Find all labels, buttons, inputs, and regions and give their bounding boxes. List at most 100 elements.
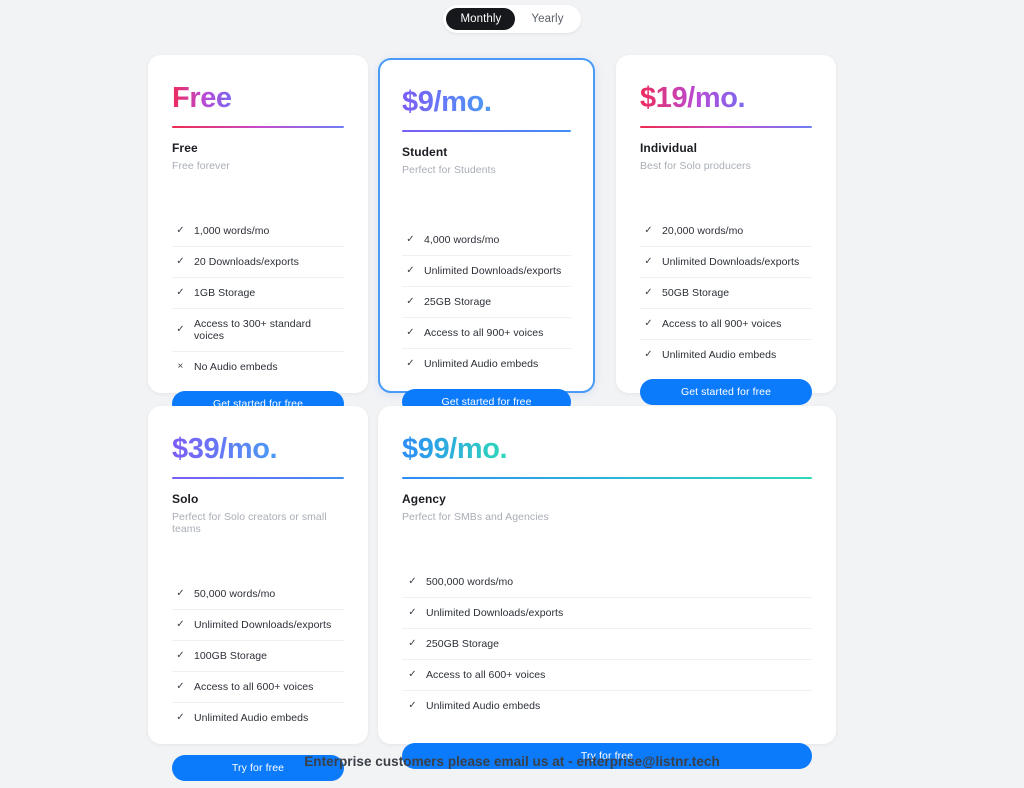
plan-name-agency: Agency <box>402 492 446 507</box>
feature-item: ✓ 50,000 words/mo <box>172 579 344 611</box>
billing-toggle-container: Monthly Yearly <box>0 5 1024 33</box>
feature-item: ✓ 100GB Storage <box>172 641 344 673</box>
feature-item: ✓ 50GB Storage <box>640 278 812 310</box>
pricing-card-solo[interactable]: $39/mo. Solo Perfect for Solo creators o… <box>148 406 368 782</box>
check-icon: ✓ <box>176 712 185 724</box>
feature-item: ✓ 25GB Storage <box>402 287 571 319</box>
billing-toggle[interactable]: Monthly Yearly <box>443 5 581 33</box>
feature-item: ✓ Access to all 900+ voices <box>402 318 571 350</box>
feature-label: Unlimited Audio embeds <box>426 700 541 713</box>
plan-description-student: Perfect for Students <box>402 164 496 177</box>
check-icon: ✓ <box>176 287 185 299</box>
check-icon: ✓ <box>406 327 415 339</box>
card-content-student: $9/mo. Student Perfect for Students ✓ 4,… <box>402 86 571 416</box>
enterprise-contact-note: Enterprise customers please email us at … <box>304 754 720 769</box>
feature-label: Unlimited Audio embeds <box>424 358 539 371</box>
card-content-agency: $99/mo. Agency Perfect for SMBs and Agen… <box>402 433 812 770</box>
feature-list-individual: ✓ 20,000 words/mo ✓ Unlimited Downloads/… <box>640 216 812 370</box>
feature-item: ✓ Unlimited Downloads/exports <box>640 247 812 279</box>
billing-toggle-monthly[interactable]: Monthly <box>446 8 516 30</box>
feature-item: ✓ Unlimited Audio embeds <box>172 703 344 733</box>
feature-item: ✓ Unlimited Audio embeds <box>640 340 812 370</box>
feature-list-agency: ✓ 500,000 words/mo ✓ Unlimited Downloads… <box>402 567 812 721</box>
feature-label: Unlimited Downloads/exports <box>426 607 564 620</box>
plan-price-agency: $99/mo. <box>402 433 508 465</box>
feature-label: No Audio embeds <box>194 361 278 374</box>
check-icon: ✓ <box>644 318 653 330</box>
feature-label: Access to all 900+ voices <box>424 327 544 340</box>
feature-label: 250GB Storage <box>426 638 500 651</box>
pricing-card-individual[interactable]: $19/mo. Individual Best for Solo produce… <box>616 55 836 406</box>
feature-label: Unlimited Downloads/exports <box>424 265 562 278</box>
cross-icon: × <box>177 361 184 373</box>
plan-description-free: Free forever <box>172 160 230 173</box>
plan-name-solo: Solo <box>172 492 199 507</box>
plan-divider-solo <box>172 477 344 480</box>
feature-item: ✓ Access to 300+ standard voices <box>172 309 344 353</box>
pricing-card-student[interactable]: $9/mo. Student Perfect for Students ✓ 4,… <box>378 58 595 416</box>
cta-button-individual[interactable]: Get started for free <box>640 379 812 406</box>
plan-name-individual: Individual <box>640 141 698 156</box>
check-icon: ✓ <box>176 225 185 237</box>
check-icon: ✓ <box>176 681 185 693</box>
feature-label: 1GB Storage <box>194 287 256 300</box>
plan-description-solo: Perfect for Solo creators or small teams <box>172 511 327 536</box>
check-icon: ✓ <box>176 650 185 662</box>
check-icon: ✓ <box>644 349 653 361</box>
feature-label: Unlimited Downloads/exports <box>194 619 332 632</box>
feature-label: 50GB Storage <box>662 287 730 300</box>
feature-item: ✓ 4,000 words/mo <box>402 225 571 257</box>
feature-label: Access to 300+ standard voices <box>194 318 312 343</box>
billing-toggle-yearly[interactable]: Yearly <box>517 8 577 30</box>
feature-label: 4,000 words/mo <box>424 234 500 247</box>
feature-label: 100GB Storage <box>194 650 268 663</box>
plan-description-individual: Best for Solo producers <box>640 160 751 173</box>
plan-divider-student <box>402 130 571 133</box>
feature-item: ✓ 500,000 words/mo <box>402 567 812 599</box>
plan-price-student: $9/mo. <box>402 86 492 118</box>
check-icon: ✓ <box>644 225 653 237</box>
check-icon: ✓ <box>406 358 415 370</box>
check-icon: ✓ <box>406 265 415 277</box>
feature-item: ✓ Unlimited Audio embeds <box>402 691 812 721</box>
feature-item: ✓ 250GB Storage <box>402 629 812 661</box>
feature-item: ✓ Unlimited Downloads/exports <box>172 610 344 642</box>
check-icon: ✓ <box>644 256 653 268</box>
feature-label: Unlimited Audio embeds <box>194 712 309 725</box>
feature-label: Access to all 900+ voices <box>662 318 782 331</box>
card-content-free: Free Free Free forever ✓ 1,000 words/mo … <box>172 82 344 418</box>
check-icon: ✓ <box>408 638 417 650</box>
feature-label: 25GB Storage <box>424 296 492 309</box>
feature-item: ✓ Unlimited Audio embeds <box>402 349 571 379</box>
check-icon: ✓ <box>408 700 417 712</box>
feature-label: 1,000 words/mo <box>194 225 270 238</box>
feature-label: Unlimited Downloads/exports <box>662 256 800 269</box>
feature-label: 20 Downloads/exports <box>194 256 299 269</box>
feature-item: ✓ Access to all 900+ voices <box>640 309 812 341</box>
pricing-card-agency[interactable]: $99/mo. Agency Perfect for SMBs and Agen… <box>378 406 836 770</box>
pricing-page: Monthly Yearly Free Free Free forever ✓ … <box>0 0 1024 788</box>
feature-item: ✓ 20 Downloads/exports <box>172 247 344 279</box>
feature-item: ✓ Unlimited Downloads/exports <box>402 598 812 630</box>
feature-label: Access to all 600+ voices <box>426 669 546 682</box>
plan-divider-individual <box>640 126 812 129</box>
check-icon: ✓ <box>176 324 185 336</box>
feature-label: 20,000 words/mo <box>662 225 744 238</box>
check-icon: ✓ <box>408 576 417 588</box>
feature-item: × No Audio embeds <box>172 352 344 382</box>
plan-name-student: Student <box>402 145 448 160</box>
check-icon: ✓ <box>408 669 417 681</box>
check-icon: ✓ <box>644 287 653 299</box>
feature-item: ✓ Access to all 600+ voices <box>402 660 812 692</box>
check-icon: ✓ <box>176 619 185 631</box>
check-icon: ✓ <box>406 234 415 246</box>
feature-item: ✓ 1GB Storage <box>172 278 344 310</box>
pricing-card-free[interactable]: Free Free Free forever ✓ 1,000 words/mo … <box>148 55 368 418</box>
feature-list-free: ✓ 1,000 words/mo ✓ 20 Downloads/exports … <box>172 216 344 382</box>
plan-price-solo: $39/mo. <box>172 433 278 465</box>
check-icon: ✓ <box>408 607 417 619</box>
plan-price-free: Free <box>172 82 232 114</box>
check-icon: ✓ <box>406 296 415 308</box>
feature-label: Access to all 600+ voices <box>194 681 314 694</box>
plan-divider-agency <box>402 477 812 480</box>
